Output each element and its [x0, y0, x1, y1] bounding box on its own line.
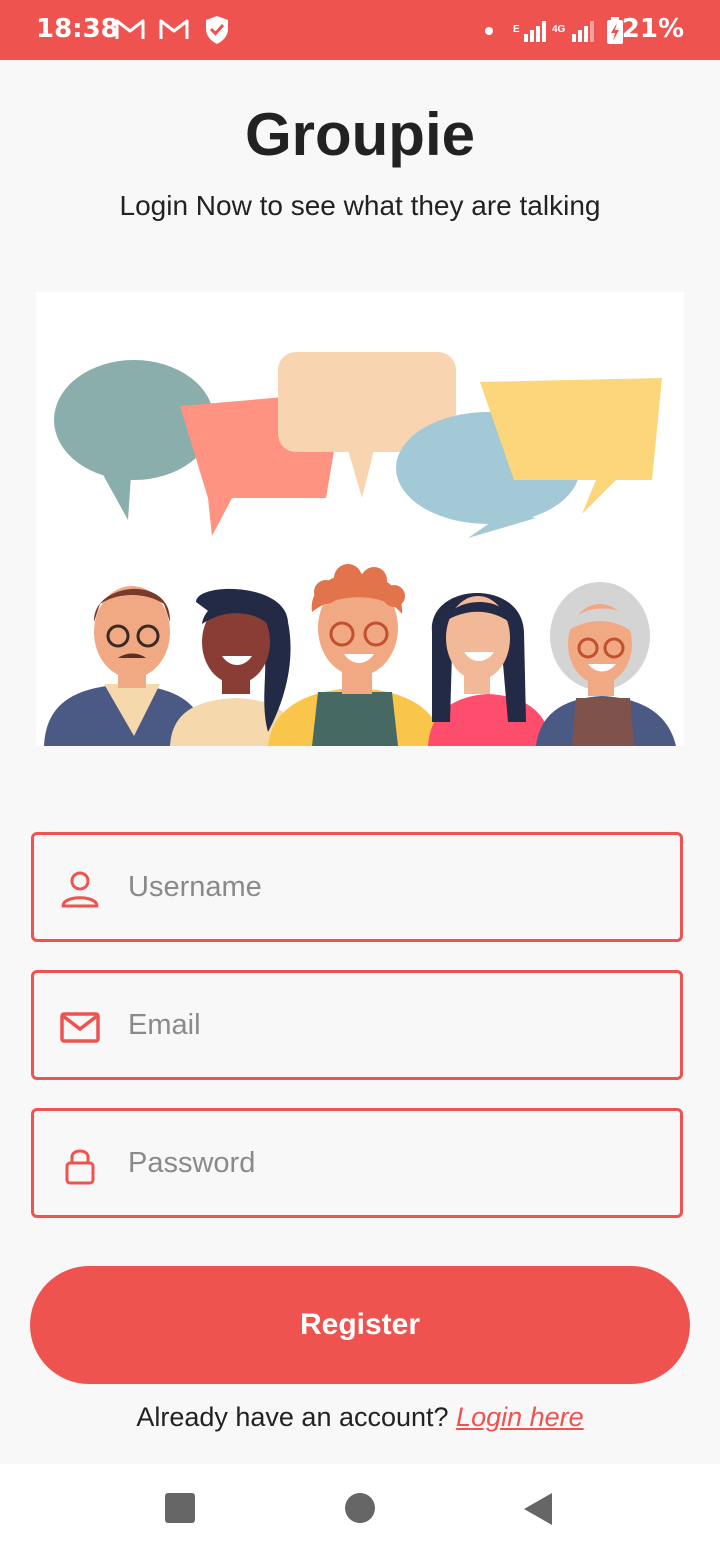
home-circle-icon[interactable]: [344, 1492, 376, 1524]
lock-icon: [65, 1149, 95, 1185]
subtitle: Login Now to see what they are talking: [119, 190, 601, 221]
password-input[interactable]: [128, 1135, 648, 1191]
login-prompt-text: Already have an account?: [136, 1402, 457, 1432]
shield-icon: [206, 16, 228, 44]
signal-icon: [524, 21, 546, 42]
status-bar: 18:38 E 4G 21%: [0, 0, 720, 60]
email-field[interactable]: [31, 970, 683, 1080]
navigation-bar: [0, 1464, 720, 1560]
back-triangle-icon[interactable]: [522, 1492, 554, 1526]
username-input[interactable]: [128, 859, 648, 915]
username-field[interactable]: [31, 832, 683, 942]
network-type-e: E: [513, 24, 520, 35]
login-here-link[interactable]: Login here: [456, 1402, 584, 1432]
password-field[interactable]: [31, 1108, 683, 1218]
notification-dot-icon: [485, 27, 493, 35]
register-button[interactable]: Register: [30, 1266, 690, 1384]
mail-icon: [60, 1012, 100, 1043]
gmail-icon: [115, 19, 145, 39]
hero-illustration: [36, 292, 684, 746]
network-type-4g: 4G: [552, 24, 566, 35]
battery-percent: 21%: [621, 14, 684, 44]
gmail-icon-2: [159, 19, 189, 39]
signal-icon-2: [572, 21, 594, 42]
login-prompt: Already have an account? Login here: [0, 1402, 720, 1433]
recents-square-icon[interactable]: [164, 1492, 196, 1524]
app-title: Groupie: [244, 101, 475, 168]
people-chat-illustration: [44, 352, 676, 746]
status-time: 18:38: [36, 14, 119, 44]
email-input[interactable]: [128, 997, 648, 1053]
person-icon: [61, 871, 99, 908]
